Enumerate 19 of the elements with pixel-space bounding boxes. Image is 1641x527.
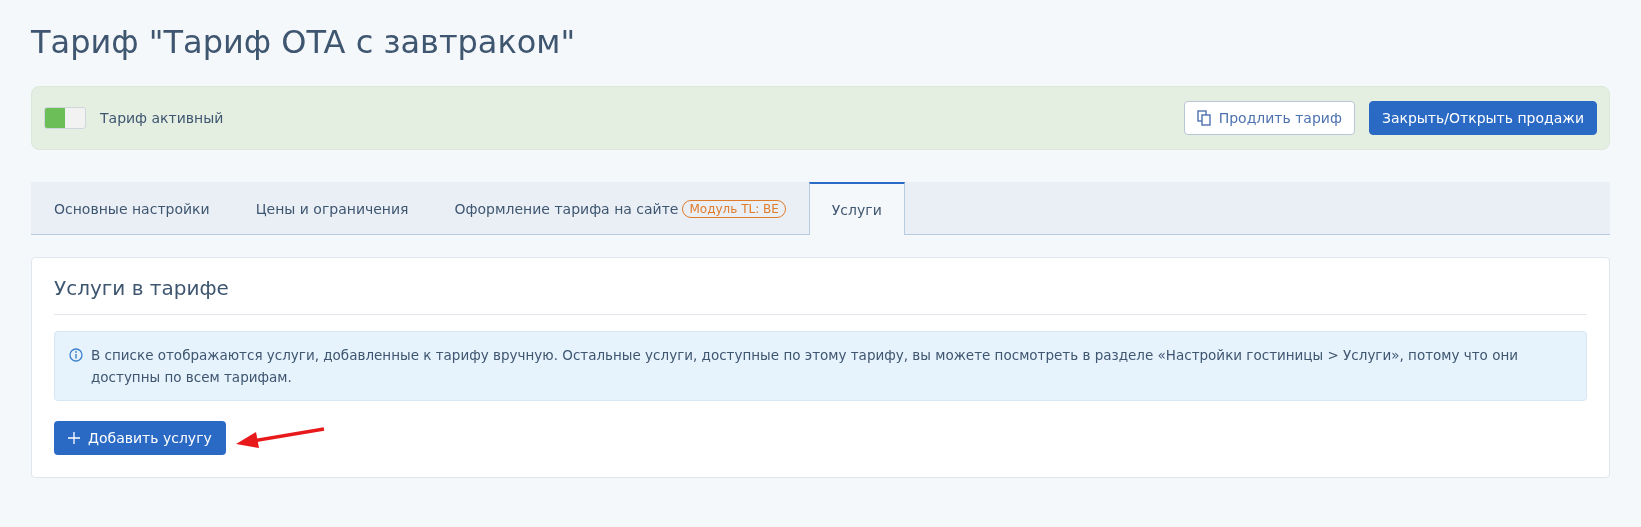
tab-label: Оформление тарифа на сайте	[454, 201, 679, 217]
tab[interactable]: Цены и ограничения	[232, 182, 432, 234]
extend-button[interactable]: Продлить тариф	[1183, 101, 1355, 135]
toggle-label: Тариф активный	[100, 110, 224, 126]
info-text: В списке отображаются услуги, добавленные к тарифу вручную. Остальные услуги, доступные по этому тарифу, вы можете посмотреть в разделе «Настройки гостиницы > Услуги», потому что они доступны по всем тарифам.	[91, 346, 1519, 387]
tab-label: Услуги	[831, 201, 882, 218]
sales-button[interactable]: Закрыть/Открыть продажи	[1368, 101, 1597, 135]
tab[interactable]: Услуги	[808, 182, 905, 235]
tab[interactable]: Основные настройки	[31, 182, 233, 234]
info-icon	[69, 348, 83, 362]
tab-label: Цены и ограничения	[255, 201, 409, 217]
card-heading: Услуги в тарифе	[54, 258, 1587, 315]
tab[interactable]: Оформление тарифа на сайте Модуль TL: BE	[431, 182, 809, 234]
toggle-switch[interactable]	[44, 107, 86, 129]
tab-label: Основные настройки	[54, 201, 210, 217]
plus-icon	[68, 432, 80, 444]
copy-icon	[1196, 110, 1211, 126]
page-title: Тариф "Тариф OTA с завтраком"	[31, 22, 577, 63]
add-service-button[interactable]: Добавить услугу	[54, 421, 226, 455]
